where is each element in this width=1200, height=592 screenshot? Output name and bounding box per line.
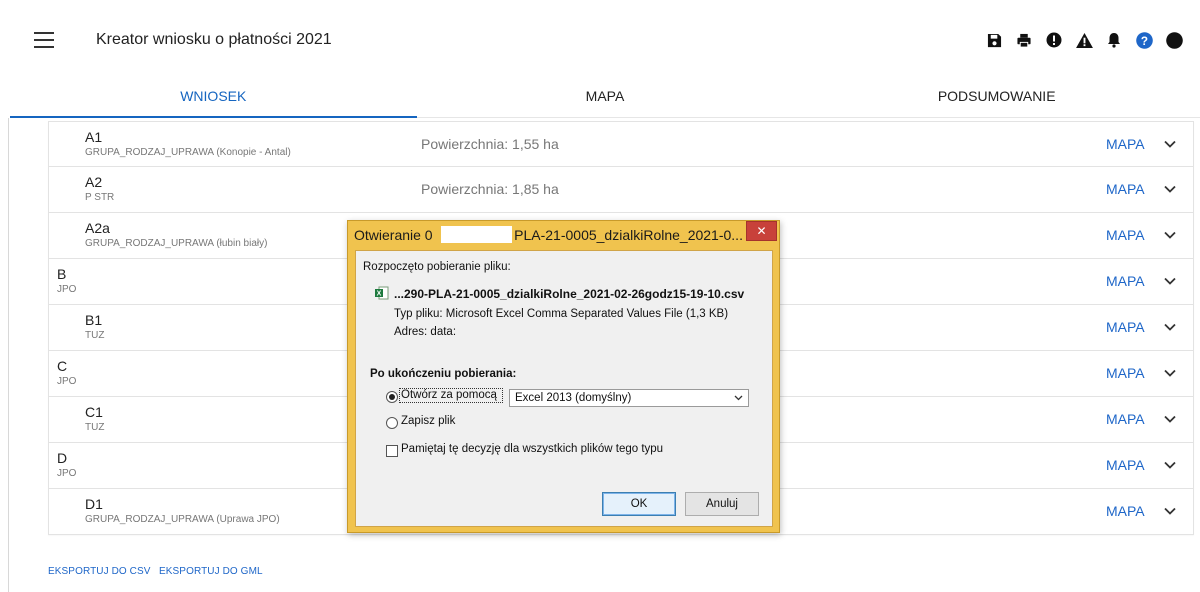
chevron-down-icon[interactable] bbox=[1161, 135, 1179, 153]
tab-podsumowanie[interactable]: PODSUMOWANIE bbox=[793, 76, 1200, 117]
open-with-label[interactable]: Otwórz za pomocą bbox=[401, 389, 497, 401]
top-actions: ? bbox=[980, 30, 1190, 50]
chevron-down-icon[interactable] bbox=[1161, 364, 1179, 382]
parcel-name: A2a bbox=[85, 220, 110, 236]
map-link[interactable]: MAPA bbox=[1106, 319, 1145, 335]
chevron-down-icon[interactable] bbox=[1161, 226, 1179, 244]
parcel-name: B1 bbox=[85, 312, 103, 328]
left-divider bbox=[8, 118, 9, 592]
svg-text:X: X bbox=[377, 291, 382, 298]
tab-mapa[interactable]: MAPA bbox=[417, 76, 794, 117]
tab-bar: WNIOSEK MAPA PODSUMOWANIE bbox=[10, 76, 1200, 118]
download-started-label: Rozpoczęto pobieranie pliku: bbox=[363, 261, 511, 273]
parcel-area: Powierzchnia: 1,55 ha bbox=[421, 136, 559, 152]
dialog-title: Otwieranie 0- PLA-21-0005_dzialkiRolne_2… bbox=[354, 227, 743, 243]
account-icon[interactable] bbox=[1160, 30, 1188, 50]
chevron-down-icon[interactable] bbox=[1161, 318, 1179, 336]
cancel-button[interactable]: Anuluj bbox=[685, 492, 759, 516]
chevron-down-icon[interactable] bbox=[1161, 180, 1179, 198]
app-title: Kreator wniosku o płatności 2021 bbox=[96, 31, 332, 48]
redacted-area bbox=[441, 226, 512, 243]
map-link[interactable]: MAPA bbox=[1106, 365, 1145, 381]
save-file-radio[interactable] bbox=[386, 417, 398, 429]
open-with-radio[interactable] bbox=[386, 391, 398, 403]
remember-label[interactable]: Pamiętaj tę decyzję dla wszystkich plikó… bbox=[401, 443, 663, 455]
alert-circle-icon[interactable] bbox=[1040, 30, 1068, 50]
svg-text:?: ? bbox=[1140, 34, 1147, 47]
ok-button[interactable]: OK bbox=[602, 492, 676, 516]
export-csv-link[interactable]: EKSPORTUJ DO CSV bbox=[48, 566, 151, 577]
hamburger-menu-icon[interactable] bbox=[34, 32, 54, 48]
parcel-name: A2 bbox=[85, 174, 103, 190]
map-link[interactable]: MAPA bbox=[1106, 227, 1145, 243]
file-address: Adres: data: bbox=[394, 326, 457, 338]
remember-checkbox[interactable] bbox=[386, 445, 398, 457]
parcel-crop: JPO bbox=[57, 468, 77, 479]
close-button[interactable]: ✕ bbox=[746, 221, 777, 241]
top-app-bar: Kreator wniosku o płatności 2021 ? bbox=[0, 0, 1200, 76]
selected-app: Excel 2013 (domyślny) bbox=[515, 392, 632, 404]
parcel-name: C bbox=[57, 358, 68, 374]
open-with-select[interactable]: Excel 2013 (domyślny) bbox=[509, 389, 749, 407]
map-link[interactable]: MAPA bbox=[1106, 181, 1145, 197]
parcel-name: D bbox=[57, 450, 68, 466]
parcel-crop: GRUPA_RODZAJ_UPRAWA (Uprawa JPO) bbox=[85, 514, 280, 525]
parcel-crop: TUZ bbox=[85, 330, 105, 341]
bell-icon[interactable] bbox=[1100, 30, 1128, 50]
parcel-crop: GRUPA_RODZAJ_UPRAWA (łubin biały) bbox=[85, 238, 268, 249]
parcel-crop: TUZ bbox=[85, 422, 105, 433]
map-link[interactable]: MAPA bbox=[1106, 273, 1145, 289]
save-file-label[interactable]: Zapisz plik bbox=[401, 415, 455, 427]
list-item[interactable]: A1 GRUPA_RODZAJ_UPRAWA (Konopie - Antal)… bbox=[48, 121, 1194, 167]
list-item[interactable]: A2 P STR Powierzchnia: 1,85 ha MAPA bbox=[48, 167, 1194, 213]
parcel-name: B bbox=[57, 266, 67, 282]
chevron-down-icon[interactable] bbox=[1161, 456, 1179, 474]
parcel-crop: JPO bbox=[57, 284, 77, 295]
export-gml-link[interactable]: EKSPORTUJ DO GML bbox=[159, 566, 263, 577]
chevron-down-icon bbox=[734, 395, 743, 401]
save-icon[interactable] bbox=[980, 30, 1008, 50]
download-dialog: Otwieranie 0- PLA-21-0005_dzialkiRolne_2… bbox=[347, 220, 780, 533]
tab-wniosek[interactable]: WNIOSEK bbox=[10, 76, 417, 118]
dialog-body: Rozpoczęto pobieranie pliku: X ...290-PL… bbox=[355, 250, 773, 527]
parcel-name: D1 bbox=[85, 496, 103, 512]
map-link[interactable]: MAPA bbox=[1106, 136, 1145, 152]
help-icon[interactable]: ? bbox=[1130, 30, 1158, 50]
map-link[interactable]: MAPA bbox=[1106, 411, 1145, 427]
excel-file-icon: X bbox=[375, 286, 389, 300]
map-link[interactable]: MAPA bbox=[1106, 457, 1145, 473]
file-type: Typ pliku: Microsoft Excel Comma Separat… bbox=[394, 308, 729, 320]
warning-icon[interactable] bbox=[1070, 30, 1098, 50]
chevron-down-icon[interactable] bbox=[1161, 502, 1179, 520]
parcel-crop: GRUPA_RODZAJ_UPRAWA (Konopie - Antal) bbox=[85, 147, 291, 158]
close-icon: ✕ bbox=[756, 224, 767, 238]
parcel-area: Powierzchnia: 1,85 ha bbox=[421, 181, 559, 197]
map-link[interactable]: MAPA bbox=[1106, 503, 1145, 519]
chevron-down-icon[interactable] bbox=[1161, 272, 1179, 290]
chevron-down-icon[interactable] bbox=[1161, 410, 1179, 428]
parcel-crop: JPO bbox=[57, 376, 77, 387]
parcel-name: C1 bbox=[85, 404, 103, 420]
print-icon[interactable] bbox=[1010, 30, 1038, 50]
parcel-name: A1 bbox=[85, 129, 103, 145]
file-name: ...290-PLA-21-0005_dzialkiRolne_2021-02-… bbox=[394, 287, 745, 301]
dialog-titlebar[interactable]: Otwieranie 0- PLA-21-0005_dzialkiRolne_2… bbox=[348, 221, 779, 249]
parcel-crop: P STR bbox=[85, 192, 115, 203]
after-download-label: Po ukończeniu pobierania: bbox=[370, 368, 517, 380]
